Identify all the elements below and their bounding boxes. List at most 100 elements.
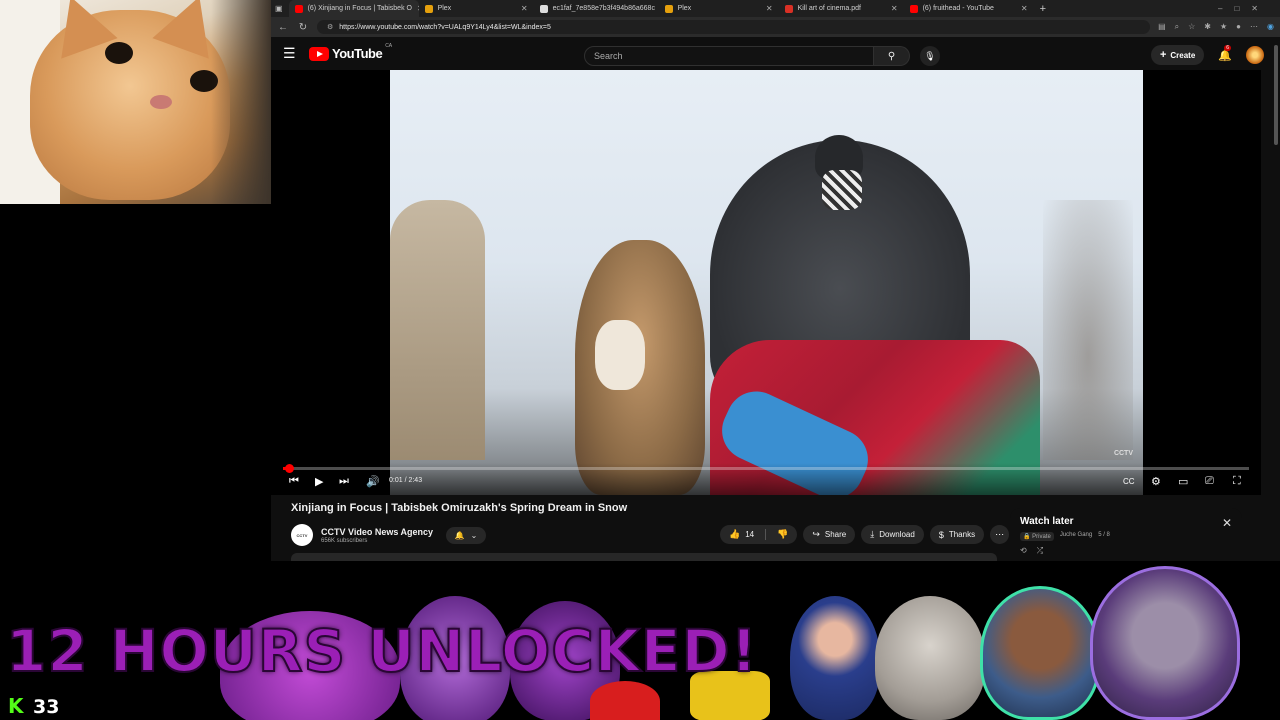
tab-bar: ▣ (6) Xinjiang in Focus | Tabisbek O ✕ P… [271, 0, 1280, 17]
shuffle-icon[interactable]: ⤮ [1037, 546, 1043, 556]
owner-row: CCTV CCTV Video News Agency 656K subscri… [291, 522, 1011, 548]
subscriber-count: 656K subscribers [321, 537, 368, 544]
bell-icon: 🔔 [1218, 49, 1232, 62]
create-button[interactable]: + Create [1150, 45, 1205, 65]
read-mode-icon[interactable]: ▤ [1158, 22, 1166, 32]
bell-icon: 🔔 [454, 531, 465, 540]
tab-1[interactable]: Plex ✕ [419, 0, 534, 17]
video-title: Xinjiang in Focus | Tabisbek Omiruzakh's… [291, 502, 628, 514]
share-label: Share [824, 530, 847, 539]
kick-logo-icon: K [8, 696, 26, 716]
player-controls: ⏮ ▶ ⏭ 🔊 0:01 / 2:43 CC ⚙ ▭ ⎚ ⛶ [271, 463, 1261, 495]
tab-label: Plex [677, 5, 692, 12]
channel-name[interactable]: CCTV Video News Agency [321, 527, 433, 537]
download-icon: ⤓ [870, 529, 875, 539]
tab-3[interactable]: Plex ✕ [659, 0, 779, 17]
thumbs-up-icon[interactable]: 👍 [729, 529, 740, 540]
youtube-icon [909, 4, 918, 13]
privacy-label: Private [1032, 534, 1051, 540]
create-label: Create [1170, 50, 1196, 60]
lock-icon: 🔒 [1023, 534, 1031, 540]
refresh-icon[interactable]: ↻ [297, 22, 309, 33]
url-field[interactable]: ⚙ https://www.youtube.com/watch?v=UALq9Y… [317, 20, 1151, 34]
plex-icon [664, 4, 673, 13]
like-count[interactable]: 14 [745, 530, 754, 539]
url-text: https://www.youtube.com/watch?v=UALq9Y14… [339, 23, 551, 31]
share-icon: ↪ [812, 529, 820, 539]
tab-2[interactable]: ec1faf_7e858e7b3f494b86a668c ✕ [534, 0, 659, 17]
tab-5[interactable]: (6) fruithead - YouTube ✕ [904, 0, 1034, 17]
fullscreen-icon[interactable]: ⛶ [1233, 475, 1241, 488]
video-info: Xinjiang in Focus | Tabisbek Omiruzakh's… [291, 502, 1011, 548]
notification-badge: 6 [1224, 44, 1232, 51]
next-icon[interactable]: ⏭ [339, 475, 349, 488]
thanks-icon: $ [938, 529, 944, 540]
close-tab-icon[interactable]: ✕ [891, 4, 898, 13]
search-button[interactable]: ⚲ [874, 46, 910, 66]
theater-mode-icon[interactable]: ▭ [1178, 475, 1188, 488]
profile-icon[interactable]: ● [1236, 22, 1241, 32]
more-icon: ⋯ [995, 529, 1005, 539]
cast-icon[interactable]: ⎚ [1205, 475, 1214, 488]
subscription-bell-button[interactable]: 🔔 ⌄ [446, 527, 486, 544]
close-tab-icon[interactable]: ✕ [766, 4, 773, 13]
favorite-star-icon[interactable]: ☆ [1188, 22, 1195, 32]
masthead-actions: + Create 🔔 6 [1150, 44, 1264, 65]
tab-0[interactable]: (6) Xinjiang in Focus | Tabisbek O ✕ [288, 0, 419, 17]
download-button[interactable]: ⤓ Download [861, 525, 924, 544]
account-avatar[interactable] [1246, 46, 1264, 64]
youtube-logo[interactable]: YouTube CA [309, 43, 392, 61]
copilot-icon[interactable]: ◉ [1267, 22, 1274, 32]
hamburger-menu-icon[interactable]: ☰ [283, 45, 301, 62]
captions-icon[interactable]: CC [1123, 477, 1135, 486]
cctv-watermark: CCTV [1113, 450, 1133, 457]
back-arrow-icon[interactable]: ← [277, 22, 289, 33]
more-actions-button[interactable]: ⋯ [990, 525, 1010, 544]
progress-bar[interactable] [283, 464, 1249, 473]
description-box[interactable] [291, 553, 997, 561]
page-scrollbar[interactable] [1272, 37, 1280, 561]
address-bar: ← ↻ ⚙ https://www.youtube.com/watch?v=UA… [271, 17, 1280, 37]
tab-4[interactable]: Kill art of cinema.pdf ✕ [779, 0, 904, 17]
window-menu-icon[interactable]: ▣ [275, 4, 283, 13]
voice-search-button[interactable]: 🎙 [920, 46, 940, 66]
video-frame[interactable]: CCTV [390, 70, 1143, 495]
playlist-title[interactable]: Watch later [1020, 516, 1232, 527]
webcam-overlay [0, 0, 271, 204]
like-dislike-group: 👍 14 👎 [720, 525, 798, 544]
close-icon[interactable]: ✕ [1222, 516, 1232, 530]
new-tab-icon[interactable]: + [1040, 3, 1046, 15]
channel-avatar[interactable]: CCTV [291, 524, 313, 546]
youtube-masthead: ☰ YouTube CA Search ⚲ 🎙 + Create 🔔 6 [271, 37, 1280, 70]
browser-window: ▣ (6) Xinjiang in Focus | Tabisbek O ✕ P… [271, 0, 1280, 561]
video-player[interactable]: CCTV ⏮ ▶ ⏭ 🔊 0:01 / 2:43 CC ⚙ ▭ ⎚ ⛶ [271, 70, 1261, 495]
play-icon[interactable]: ▶ [315, 475, 323, 488]
playlist-owner[interactable]: Juche Gang [1060, 532, 1092, 541]
more-menu-icon[interactable]: ⋯ [1250, 22, 1258, 32]
unlock-banner: 12 HOURS UNLOCKED! [5, 617, 759, 685]
loop-icon[interactable]: ⟲ [1020, 546, 1027, 556]
youtube-play-icon [309, 46, 329, 61]
notifications-button[interactable]: 🔔 6 [1218, 44, 1232, 62]
share-button[interactable]: ↪ Share [803, 525, 856, 544]
youtube-wordmark: YouTube [332, 46, 383, 61]
plex-icon [424, 4, 433, 13]
zoom-icon[interactable]: ⌕ [1175, 22, 1179, 32]
previous-icon[interactable]: ⏮ [289, 475, 299, 488]
volume-icon[interactable]: 🔊 [366, 475, 380, 488]
thumbs-down-icon[interactable]: 👎 [777, 529, 788, 540]
close-tab-icon[interactable]: ✕ [521, 4, 528, 13]
playlist-position: 5 / 8 [1098, 532, 1110, 538]
thanks-button[interactable]: $ Thanks [929, 525, 985, 544]
favorites-icon[interactable]: ★ [1220, 22, 1227, 32]
channel-info: CCTV Video News Agency 656K subscribers [321, 527, 433, 544]
site-info-icon[interactable]: ⚙ [327, 23, 333, 31]
extensions-icon[interactable]: ✱ [1204, 22, 1211, 32]
settings-gear-icon[interactable]: ⚙ [1151, 475, 1161, 488]
search-icon: ⚲ [887, 50, 896, 62]
stream-screen: ▣ (6) Xinjiang in Focus | Tabisbek O ✕ P… [0, 0, 1280, 720]
close-tab-icon[interactable]: ✕ [1021, 4, 1028, 13]
time-display: 0:01 / 2:43 [389, 477, 423, 484]
search-input[interactable]: Search [584, 46, 874, 66]
scrubber-handle[interactable] [284, 464, 294, 473]
